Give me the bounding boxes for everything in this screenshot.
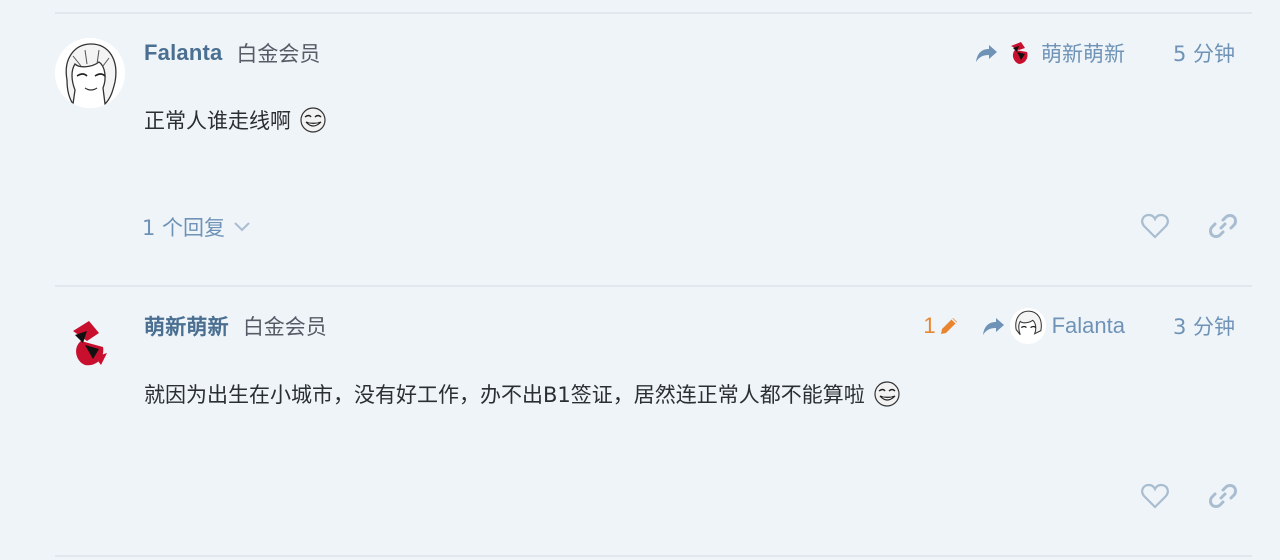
reply-to-avatar: [1005, 38, 1035, 68]
avatar-mengxin[interactable]: [55, 311, 125, 381]
post-body-text: 正常人谁走线啊: [144, 109, 291, 133]
username[interactable]: 萌新萌新: [144, 311, 229, 341]
troll-face-emoji: [874, 381, 900, 407]
post-timestamp[interactable]: 5 分钟: [1173, 38, 1235, 68]
pencil-icon: [940, 318, 957, 334]
heart-icon: [1141, 483, 1169, 509]
edit-count: 1: [923, 313, 936, 338]
chevron-down-icon: [234, 222, 250, 232]
replies-count-label: 1 个回复: [142, 216, 226, 240]
reply-to-avatar: [1009, 308, 1046, 344]
like-button[interactable]: [1135, 206, 1175, 246]
reply-to-name: 萌新萌新: [1040, 42, 1125, 66]
reply-to-tab[interactable]: 萌新萌新: [975, 38, 1125, 68]
post-2: 萌新萌新 白金会员 1 Falanta 3 分钟 就因为出生在小城市，没有好工作…: [0, 287, 1280, 555]
post-body-text: 就因为出生在小城市，没有好工作，办不出B1签证，居然连正常人都不能算啦: [144, 383, 865, 407]
avatar-falanta[interactable]: [55, 38, 125, 108]
post-timestamp[interactable]: 3 分钟: [1173, 311, 1235, 341]
user-title: 白金会员: [236, 42, 321, 66]
edit-history-button[interactable]: 1: [923, 313, 959, 339]
share-link-button[interactable]: [1203, 206, 1243, 246]
link-icon: [1209, 214, 1237, 238]
reply-to-name: Falanta: [1051, 313, 1125, 338]
reply-arrow-icon: [982, 318, 1004, 335]
like-button[interactable]: [1135, 476, 1175, 516]
link-icon: [1209, 484, 1237, 508]
post-body: 正常人谁走线啊: [144, 105, 327, 135]
reply-arrow-icon: [975, 45, 997, 62]
troll-face-emoji: [300, 107, 326, 133]
share-link-button[interactable]: [1203, 476, 1243, 516]
post-body: 就因为出生在小城市，没有好工作，办不出B1签证，居然连正常人都不能算啦: [144, 379, 901, 409]
replies-toggle[interactable]: 1 个回复: [142, 212, 251, 242]
user-title: 白金会员: [242, 315, 327, 339]
post-meta: 萌新萌新 白金会员 1 Falanta 3 分钟: [144, 308, 1235, 344]
reply-to-tab[interactable]: Falanta: [982, 308, 1125, 344]
heart-icon: [1141, 213, 1169, 239]
post-divider: [55, 555, 1252, 557]
post-1: Falanta 白金会员 萌新萌新 5 分钟 正常人谁走线啊 1 个回复: [0, 0, 1280, 285]
post-meta: Falanta 白金会员 萌新萌新 5 分钟: [144, 36, 1235, 70]
username[interactable]: Falanta: [144, 40, 222, 66]
